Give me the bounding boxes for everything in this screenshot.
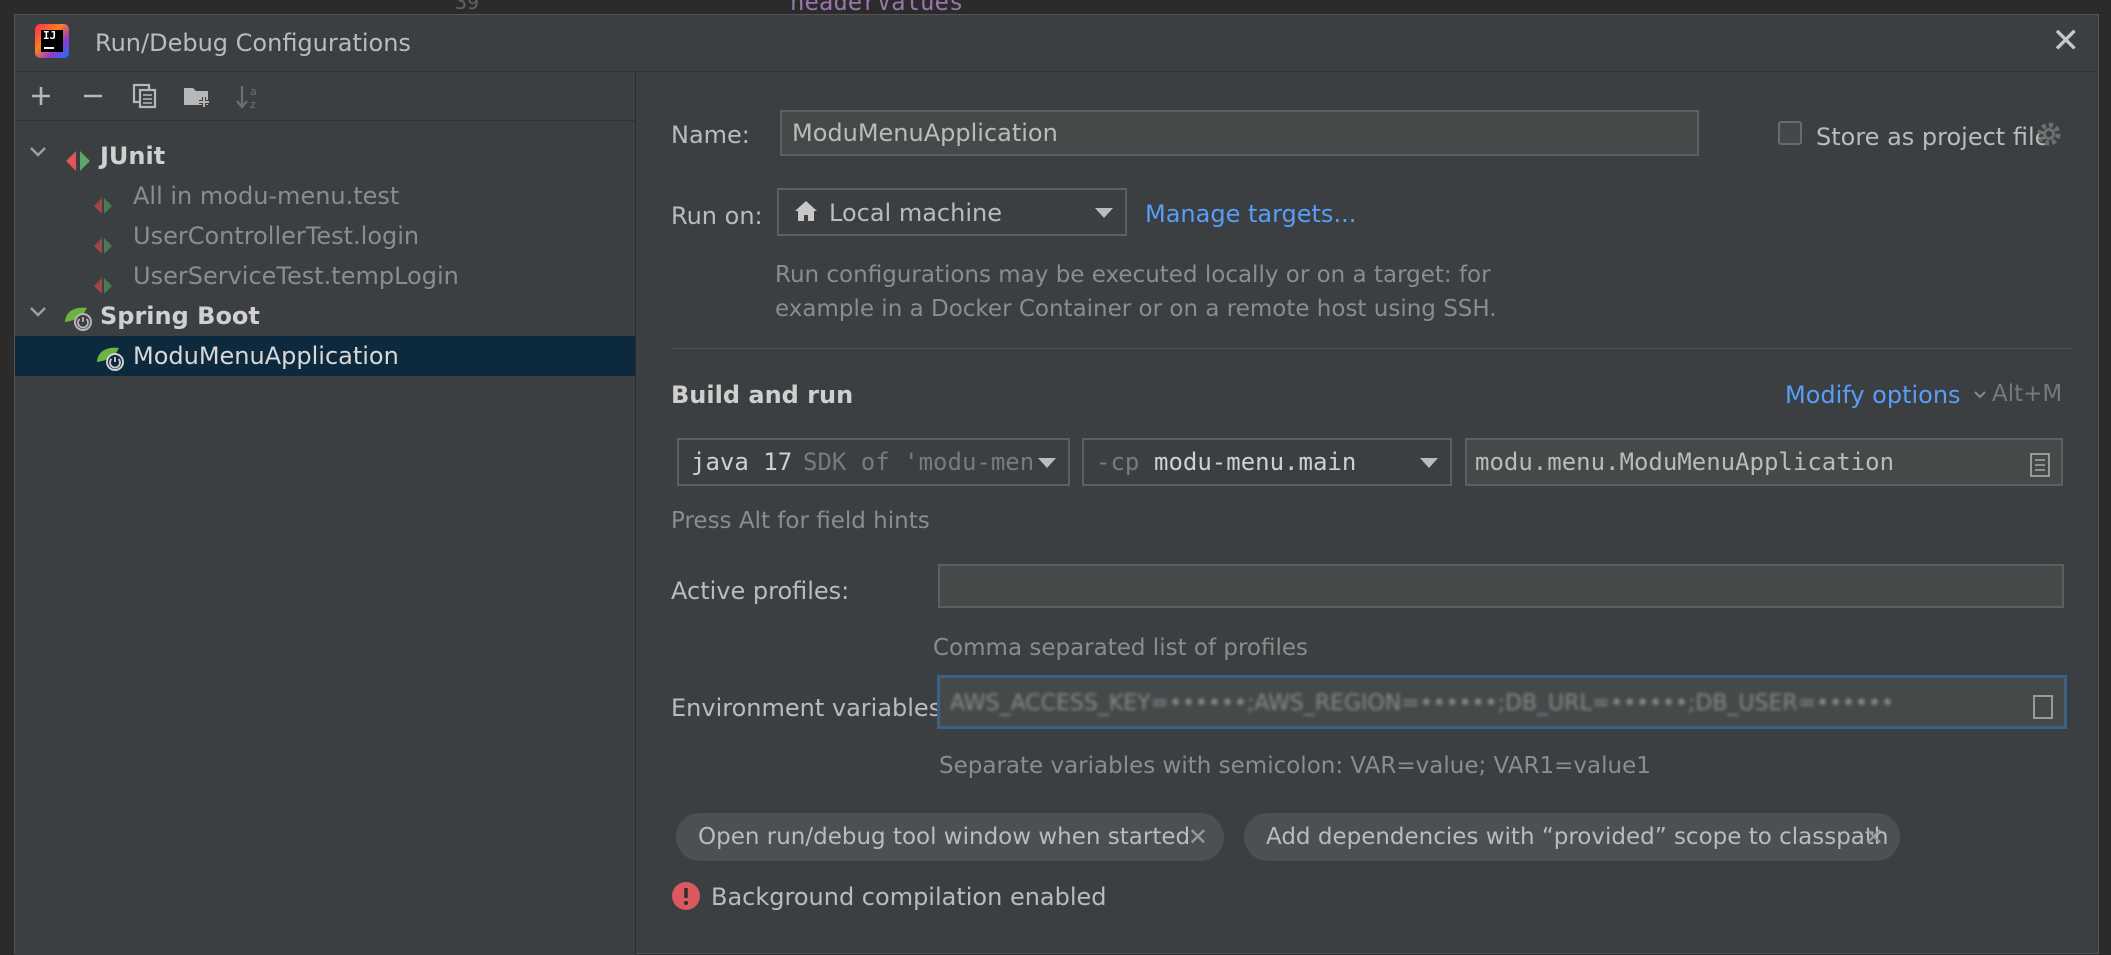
name-field[interactable]: ModuMenuApplication [780,110,1699,156]
main-class-value: modu.menu.ModuMenuApplication [1475,448,1895,476]
run-debug-dialog: IJ Run/Debug Configurations ✕ a z JUnit … [14,14,2099,955]
classpath-value: modu-menu.main [1154,448,1357,476]
plus-icon [32,87,50,105]
modify-options-shortcut: Alt+M [1992,381,2063,407]
tree-item-label: UserControllerTest.login [133,222,420,250]
intellij-logo-icon: IJ [35,24,69,58]
browse-icon[interactable] [2032,688,2054,726]
run-on-value: Local machine [829,199,1002,227]
copy-icon [132,83,157,109]
tree-item-label: UserServiceTest.tempLogin [133,262,459,290]
tree-group-junit[interactable]: JUnit [15,136,635,176]
run-on-select[interactable]: Local machine [777,188,1127,236]
environment-variables-value: AWS_ACCESS_KEY=••••••;AWS_REGION=••••••;… [950,691,1894,716]
sort-alphabetical-icon: a z [236,85,257,111]
tree-group-label: Spring Boot [100,302,260,330]
option-chip-open-tool-window[interactable]: Open run/debug tool window when started … [676,813,1224,861]
option-chip-provided-scope[interactable]: Add dependencies with “provided” scope t… [1244,813,1900,861]
run-on-label: Run on: [671,202,763,230]
configurations-panel: a z JUnit All in modu-menu.test UserContr… [15,72,636,955]
close-button[interactable]: ✕ [2052,21,2081,61]
spring-boot-icon [95,342,127,384]
close-icon[interactable]: ✕ [1188,813,1208,861]
background-line-number: 39 [455,0,480,14]
active-profiles-label: Active profiles: [671,577,850,605]
store-as-project-file-checkbox[interactable] [1778,121,1802,145]
manage-targets-link[interactable]: Manage targets... [1145,200,1356,228]
browse-icon[interactable] [2029,448,2051,492]
environment-variables-label: Environment variables: [671,694,950,722]
folder-icon [184,88,209,107]
tree-item-junit-test[interactable]: UserControllerTest.login [15,216,635,256]
tree-item-label: All in modu-menu.test [133,182,400,210]
dialog-titlebar: IJ Run/Debug Configurations ✕ [15,15,2098,72]
svg-text:z: z [250,98,256,111]
sort-button[interactable]: a z [233,80,265,112]
field-hints-text: Press Alt for field hints [671,508,930,534]
chip-label: Add dependencies with “provided” scope t… [1266,824,1889,850]
minus-icon [84,94,102,98]
store-as-project-file-label: Store as project file [1816,123,2050,151]
jdk-select[interactable]: java 17 SDK of 'modu-men [677,438,1070,486]
chevron-down-icon [29,296,47,336]
tree-group-spring-boot[interactable]: Spring Boot [15,296,635,336]
background-editor [0,0,2111,14]
gear-icon[interactable] [2035,120,2063,154]
classpath-prefix: -cp [1096,448,1140,476]
main-class-field[interactable]: modu.menu.ModuMenuApplication [1465,438,2063,486]
new-folder-button[interactable] [181,80,213,112]
configurations-toolbar: a z [15,72,635,121]
active-profiles-field[interactable] [938,564,2064,608]
tree-item-modumenuapplication[interactable]: ModuMenuApplication [15,336,635,376]
classpath-select[interactable]: -cp modu-menu.main [1082,438,1452,486]
tree-group-label: JUnit [100,142,166,170]
remove-button[interactable] [77,80,109,112]
environment-variables-hint: Separate variables with semicolon: VAR=v… [939,753,1651,779]
chevron-down-icon [1038,458,1056,468]
copy-button[interactable] [129,80,161,112]
chevron-down-icon [1420,458,1438,468]
tree-item-junit-test[interactable]: All in modu-menu.test [15,176,635,216]
chevron-down-icon [1974,391,1986,399]
modify-options-link[interactable]: Modify options [1785,381,1988,409]
run-on-hint-line-2: example in a Docker Container or on a re… [775,296,1497,322]
error-icon [671,881,701,917]
jdk-sdk-label: SDK of 'modu-men [803,448,1035,476]
svg-text:a: a [250,85,257,98]
dialog-title: Run/Debug Configurations [95,29,411,57]
chevron-down-icon [1095,208,1113,218]
tree-item-label: ModuMenuApplication [133,342,399,370]
chip-label: Open run/debug tool window when started [698,824,1191,850]
jdk-version: java 17 [691,448,793,476]
tree-item-junit-test[interactable]: UserServiceTest.tempLogin [15,256,635,296]
home-icon [793,198,819,230]
close-icon[interactable]: ✕ [1864,813,1884,861]
environment-variables-field[interactable]: AWS_ACCESS_KEY=••••••;AWS_REGION=••••••;… [937,675,2067,729]
section-divider [671,348,2071,349]
name-label: Name: [671,121,750,149]
background-compilation-warning: Background compilation enabled [711,883,1107,911]
active-profiles-hint: Comma separated list of profiles [933,635,1309,661]
build-and-run-heading: Build and run [671,381,854,409]
add-button[interactable] [25,80,57,112]
chevron-down-icon [29,136,47,176]
modify-options-label: Modify options [1785,381,1961,409]
run-on-hint-line-1: Run configurations may be executed local… [775,262,1491,288]
